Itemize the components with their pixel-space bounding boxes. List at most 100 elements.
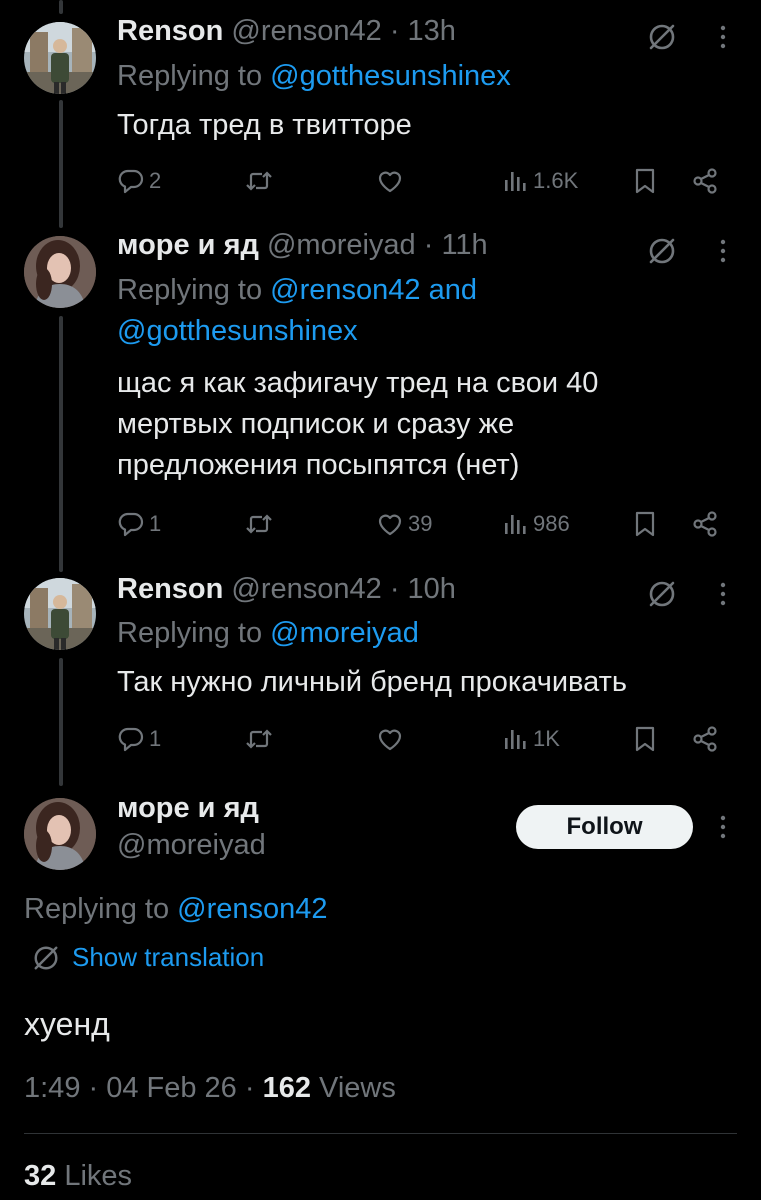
mention-link[interactable]: @renson42 [177, 893, 327, 925]
reply-button[interactable]: 1 [117, 721, 161, 757]
avatar[interactable] [24, 578, 96, 650]
thread-connector [59, 658, 63, 786]
author-name[interactable]: Renson [117, 15, 223, 47]
share-button[interactable] [691, 506, 719, 542]
reply-icon [117, 725, 145, 753]
tweet-text: щас я как зафигачу тред на свои 40 мертв… [117, 363, 598, 486]
views-button[interactable]: 1K [501, 721, 560, 757]
likes-summary[interactable]: 32 Likes [24, 1160, 132, 1193]
reply-count: 1 [149, 511, 162, 536]
tweet-text: Тогда тред в твитторе [117, 105, 412, 146]
share-button[interactable] [691, 721, 719, 757]
tweet-text-line: Так нужно личный бренд прокачивать [117, 666, 627, 698]
author-handle[interactable]: @renson42 · 10h [231, 573, 456, 605]
retweet-button[interactable] [245, 721, 277, 757]
reply-button[interactable]: 2 [117, 163, 161, 199]
replying-to: Replying to @renson42 and @gotthesunshin… [117, 270, 477, 352]
tweet-text-line: щас я как зафигачу тред на свои 40 [117, 367, 599, 399]
replying-to: Replying to @moreiyad [117, 613, 419, 654]
views-icon [501, 725, 529, 753]
avatar[interactable] [24, 236, 96, 308]
tweet-actions: 2 1.6K [117, 163, 727, 199]
reply-button[interactable]: 1 [117, 506, 161, 542]
retweet-icon [245, 167, 273, 195]
tweet-text-line: предложения посыпятся (нет) [117, 449, 520, 481]
avatar[interactable] [24, 798, 96, 870]
bookmark-icon [631, 510, 659, 538]
thread-connector [59, 0, 63, 14]
reply-count: 1 [149, 726, 162, 751]
mention-link[interactable]: @gotthesunshinex [117, 311, 477, 352]
share-icon [691, 167, 719, 195]
more-icon[interactable] [718, 24, 728, 50]
translate-icon[interactable] [647, 22, 677, 52]
likes-label: Likes [56, 1160, 133, 1192]
author-handle[interactable]: @moreiyad [117, 829, 266, 862]
more-icon[interactable] [718, 814, 728, 840]
like-count: 39 [408, 511, 433, 536]
views-icon [501, 510, 529, 538]
tweet-meta: 1:49 · 04 Feb 26 · 162 Views [24, 1072, 396, 1105]
follow-button[interactable]: Follow [516, 805, 693, 849]
likes-count: 32 [24, 1160, 57, 1192]
tweet-header: Renson @renson42 · 13h [117, 15, 456, 48]
translate-icon[interactable] [647, 579, 677, 609]
bookmark-icon [631, 167, 659, 195]
tweet-actions: 1 39 986 [117, 506, 727, 542]
views-count: 162 [262, 1072, 311, 1104]
bookmark-button[interactable] [631, 163, 659, 199]
tweet-text-line: Тогда тред в твитторе [117, 109, 412, 141]
author-name[interactable]: море и яд [117, 792, 259, 825]
views-count: 986 [533, 511, 570, 536]
retweet-icon [245, 725, 273, 753]
author-name[interactable]: море и яд [117, 229, 259, 261]
replying-prefix: Replying to [117, 60, 271, 92]
tweet-text: Так нужно личный бренд прокачивать [117, 662, 627, 703]
tweet-actions: 1 1K [117, 721, 727, 757]
retweet-button[interactable] [245, 506, 277, 542]
mention-link[interactable]: @renson42 and [270, 274, 477, 306]
mention-link[interactable]: @moreiyad [270, 617, 419, 649]
tweet-time[interactable]: 1:49 · 04 Feb 26 · [24, 1072, 263, 1104]
views-button[interactable]: 986 [501, 506, 570, 542]
like-button[interactable]: 39 [376, 506, 432, 542]
tweet-header: Renson @renson42 · 10h [117, 573, 456, 606]
bookmark-button[interactable] [631, 721, 659, 757]
thread-connector [59, 100, 63, 228]
views-count: 1K [533, 726, 560, 751]
tweet-header: море и яд @moreiyad · 11h [117, 229, 488, 262]
translate-icon[interactable] [647, 236, 677, 266]
thread-connector [59, 316, 63, 572]
avatar[interactable] [24, 22, 96, 94]
like-button[interactable] [376, 721, 408, 757]
replying-prefix: Replying to [24, 893, 178, 925]
divider [24, 1133, 737, 1134]
more-icon[interactable] [718, 581, 728, 607]
bookmark-icon [631, 725, 659, 753]
show-translation-button[interactable]: Show translation [32, 942, 264, 973]
author-handle[interactable]: @moreiyad · 11h [267, 229, 488, 261]
tweet-text-line: мертвых подписок и сразу же [117, 408, 515, 440]
views-label: Views [310, 1072, 396, 1104]
share-icon [691, 510, 719, 538]
author-handle[interactable]: @renson42 · 13h [231, 15, 456, 47]
retweet-icon [245, 510, 273, 538]
like-button[interactable] [376, 163, 408, 199]
mention-link[interactable]: @gotthesunshinex [270, 60, 511, 92]
reply-count: 2 [149, 168, 162, 193]
translate-icon [32, 944, 60, 972]
views-count: 1.6K [533, 168, 579, 193]
share-button[interactable] [691, 163, 719, 199]
tweet-text: хуенд [24, 1006, 110, 1042]
replying-prefix: Replying to [117, 617, 271, 649]
show-translation-label: Show translation [72, 942, 265, 972]
reply-icon [117, 510, 145, 538]
views-icon [501, 167, 529, 195]
replying-to: Replying to @renson42 [24, 889, 328, 930]
author-name[interactable]: Renson [117, 573, 223, 605]
views-button[interactable]: 1.6K [501, 163, 578, 199]
like-icon [376, 725, 404, 753]
retweet-button[interactable] [245, 163, 277, 199]
more-icon[interactable] [718, 238, 728, 264]
bookmark-button[interactable] [631, 506, 659, 542]
